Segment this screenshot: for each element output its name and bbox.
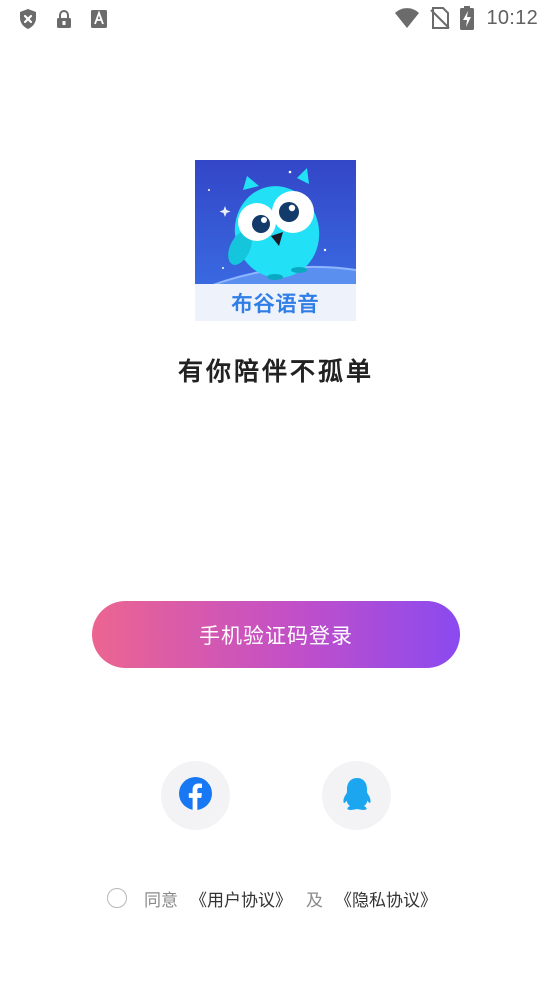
battery-charging-icon — [460, 6, 475, 30]
status-bar-right: 10:12 — [394, 6, 538, 30]
qq-login-button[interactable] — [322, 761, 391, 830]
lock-icon — [55, 9, 73, 29]
facebook-login-button[interactable] — [161, 761, 230, 830]
logo-text: 布谷语音 — [231, 292, 320, 316]
agreement-checkbox[interactable] — [107, 888, 127, 908]
user-agreement-link[interactable]: 《用户协议》 — [190, 886, 292, 911]
agreement-row: 同意 《用户协议》 及 《隐私协议》 — [107, 886, 437, 911]
app-logo: 布谷语音 — [195, 160, 356, 321]
status-time: 10:12 — [486, 6, 538, 29]
status-bar: 10:12 — [0, 0, 552, 38]
no-sim-icon — [430, 7, 451, 29]
wifi-icon — [394, 7, 420, 29]
keyboard-a-icon — [90, 9, 108, 29]
phone-login-button[interactable]: 手机验证码登录 — [92, 601, 460, 668]
agree-label: 同意 — [144, 890, 178, 911]
shield-x-icon — [18, 8, 38, 30]
status-bar-left — [18, 8, 108, 30]
slogan: 有你陪伴不孤单 — [177, 357, 374, 386]
privacy-policy-link[interactable]: 《隐私协议》 — [335, 886, 437, 911]
facebook-icon — [179, 777, 212, 814]
and-label: 及 — [306, 890, 323, 911]
qq-icon — [341, 777, 373, 815]
